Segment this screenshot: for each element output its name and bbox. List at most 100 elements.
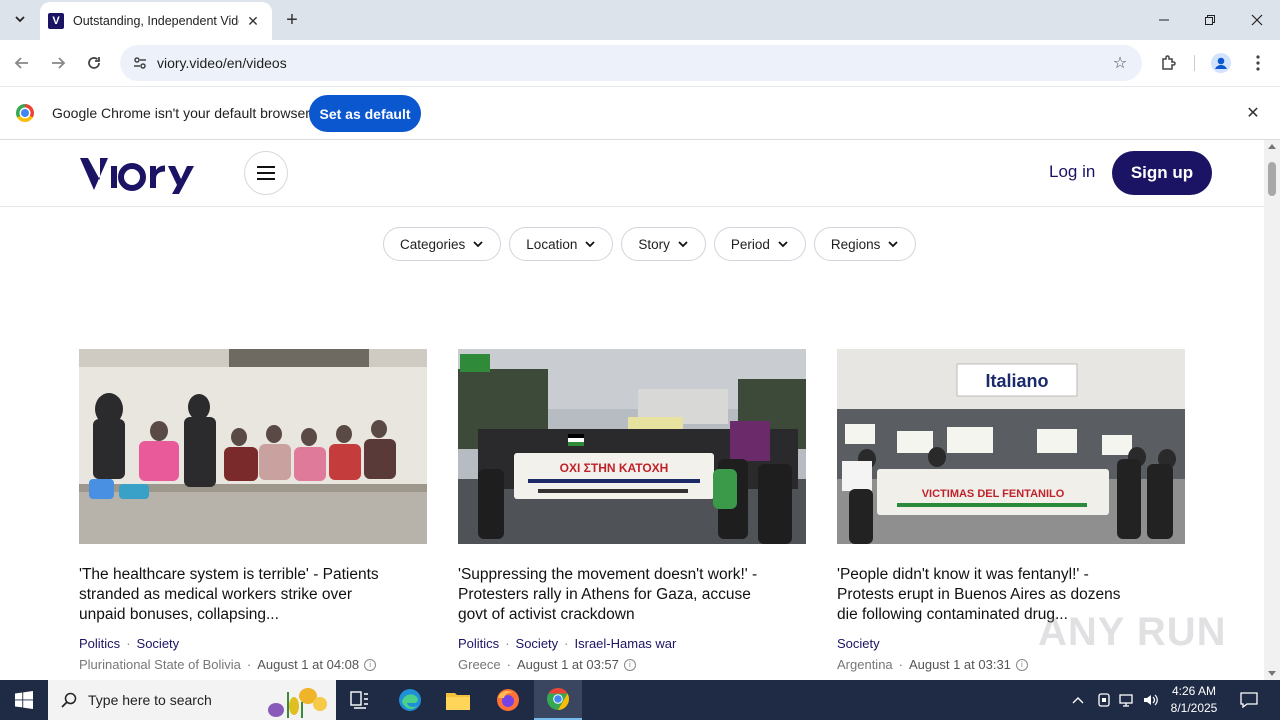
- url-text: viory.video/en/videos: [157, 55, 287, 71]
- tag-link[interactable]: Society: [516, 636, 559, 651]
- tab-search-button[interactable]: [8, 7, 32, 31]
- scroll-down-arrow-icon[interactable]: [1268, 671, 1276, 676]
- video-card[interactable]: 'The healthcare system is terrible' - Pa…: [79, 349, 427, 672]
- taskbar-chrome[interactable]: [534, 680, 582, 720]
- site-info-icon[interactable]: [128, 51, 152, 75]
- page-scrollbar[interactable]: [1264, 140, 1280, 680]
- video-date: August 1 at 03:31: [909, 657, 1011, 672]
- info-icon[interactable]: i: [623, 658, 636, 671]
- search-placeholder: Type here to search: [88, 692, 212, 708]
- info-icon[interactable]: i: [364, 658, 377, 671]
- minimize-button[interactable]: [1141, 0, 1187, 40]
- close-icon: [1251, 14, 1263, 26]
- filter-label: Regions: [830, 236, 881, 252]
- video-date: August 1 at 04:08: [257, 657, 360, 672]
- login-link[interactable]: Log in: [1049, 162, 1095, 182]
- tray-network-icon[interactable]: [1117, 680, 1137, 720]
- site-header: Log in Sign up: [0, 140, 1264, 207]
- tag-link[interactable]: Israel-Hamas war: [575, 636, 677, 651]
- chevron-down-icon: [473, 241, 483, 248]
- taskbar-search-box[interactable]: Type here to search: [48, 680, 336, 720]
- scroll-thumb[interactable]: [1268, 162, 1276, 196]
- back-button[interactable]: [8, 49, 36, 77]
- tray-overflow-chevron-icon[interactable]: [1068, 680, 1088, 720]
- taskbar-edge[interactable]: [386, 680, 434, 720]
- extensions-button[interactable]: [1155, 49, 1183, 77]
- close-window-button[interactable]: [1234, 0, 1280, 40]
- new-tab-button[interactable]: +: [280, 8, 304, 32]
- video-title[interactable]: 'Suppressing the movement doesn't work!'…: [458, 565, 758, 625]
- profile-icon: [1211, 53, 1231, 73]
- menu-button[interactable]: [1244, 49, 1272, 77]
- video-title[interactable]: 'The healthcare system is terrible' - Pa…: [79, 565, 379, 625]
- infobar-close-icon[interactable]: ✕: [1244, 104, 1262, 122]
- minimize-icon: [1159, 19, 1169, 21]
- viory-logo[interactable]: [80, 154, 210, 194]
- chevron-down-icon: [778, 241, 788, 248]
- notification-icon: [1240, 692, 1258, 708]
- tag-link[interactable]: Politics: [458, 636, 499, 651]
- filter-categories[interactable]: Categories: [383, 227, 502, 261]
- address-bar[interactable]: viory.video/en/videos ☆: [120, 45, 1142, 81]
- taskbar-clock[interactable]: 4:26 AM 8/1/2025: [1164, 683, 1224, 717]
- tag-link[interactable]: Society: [837, 636, 880, 651]
- filter-regions[interactable]: Regions: [813, 227, 917, 261]
- video-location: Plurinational State of Bolivia: [79, 657, 241, 672]
- menu-hamburger-button[interactable]: [244, 151, 288, 195]
- video-thumbnail[interactable]: Italiano VICTIMAS DEL FENTANILO: [837, 349, 1185, 544]
- clock-date: 8/1/2025: [1170, 701, 1218, 715]
- set-as-default-button[interactable]: Set as default: [309, 95, 421, 132]
- forward-button[interactable]: [44, 49, 72, 77]
- bookmark-star-icon[interactable]: ☆: [1110, 53, 1130, 73]
- info-icon[interactable]: i: [1015, 658, 1028, 671]
- video-meta: Argentina · August 1 at 03:31 i: [837, 657, 1185, 672]
- default-browser-infobar: Google Chrome isn't your default browser…: [0, 86, 1280, 140]
- filter-label: Categories: [400, 236, 466, 252]
- chrome-logo-icon: [16, 104, 34, 122]
- filter-bar: Categories Location Story Period Regions: [383, 227, 917, 261]
- firefox-icon: [497, 689, 519, 711]
- filter-story[interactable]: Story: [621, 227, 706, 261]
- arrow-left-icon: [14, 57, 28, 69]
- tag-link[interactable]: Politics: [79, 636, 120, 651]
- task-view-button[interactable]: [336, 680, 384, 720]
- video-meta: Greece · August 1 at 03:57 i: [458, 657, 806, 672]
- folder-icon: [446, 693, 470, 710]
- anyrun-watermark: ANY RUN: [1038, 610, 1227, 654]
- toolbar-divider: [1194, 55, 1195, 71]
- puzzle-icon: [1162, 55, 1176, 70]
- video-thumbnail[interactable]: ΟΧΙ ΣΤΗΝ ΚΑΤΟΧΗ: [458, 349, 806, 544]
- video-thumbnail[interactable]: [79, 349, 427, 544]
- browser-toolbar: viory.video/en/videos ☆: [0, 40, 1280, 86]
- video-card[interactable]: ΟΧΙ ΣΤΗΝ ΚΑΤΟΧΗ 'Suppressing the movemen…: [458, 349, 806, 672]
- kebab-menu-icon: [1256, 55, 1260, 71]
- notifications-button[interactable]: [1234, 680, 1264, 720]
- filter-location[interactable]: Location: [509, 227, 614, 261]
- edge-icon: [399, 689, 421, 711]
- sign-text: Italiano: [985, 371, 1048, 391]
- video-location: Argentina: [837, 657, 893, 672]
- tab-close-icon[interactable]: ✕: [245, 13, 261, 29]
- tag-link[interactable]: Society: [137, 636, 180, 651]
- signup-button[interactable]: Sign up: [1112, 151, 1212, 195]
- hamburger-icon: [257, 166, 275, 180]
- reload-button[interactable]: [80, 49, 108, 77]
- windows-logo-icon: [15, 691, 33, 709]
- taskbar-firefox[interactable]: [484, 680, 532, 720]
- tray-volume-icon[interactable]: [1141, 680, 1161, 720]
- chevron-down-icon: [678, 241, 688, 248]
- separator-dot: ·: [505, 636, 510, 651]
- tray-device-icon[interactable]: [1094, 680, 1114, 720]
- viory-favicon-icon: V: [48, 13, 64, 29]
- scroll-up-arrow-icon[interactable]: [1268, 144, 1276, 149]
- taskbar-file-explorer[interactable]: [434, 680, 482, 720]
- filter-period[interactable]: Period: [713, 227, 806, 261]
- active-tab[interactable]: V Outstanding, Independent Vide ✕: [40, 2, 272, 40]
- separator-dot: ·: [126, 636, 131, 651]
- video-date: August 1 at 03:57: [516, 657, 619, 672]
- profile-button[interactable]: [1207, 49, 1235, 77]
- filter-label: Story: [638, 236, 670, 252]
- start-button[interactable]: [0, 680, 48, 720]
- chevron-down-icon: [585, 241, 595, 248]
- restore-button[interactable]: [1187, 0, 1233, 40]
